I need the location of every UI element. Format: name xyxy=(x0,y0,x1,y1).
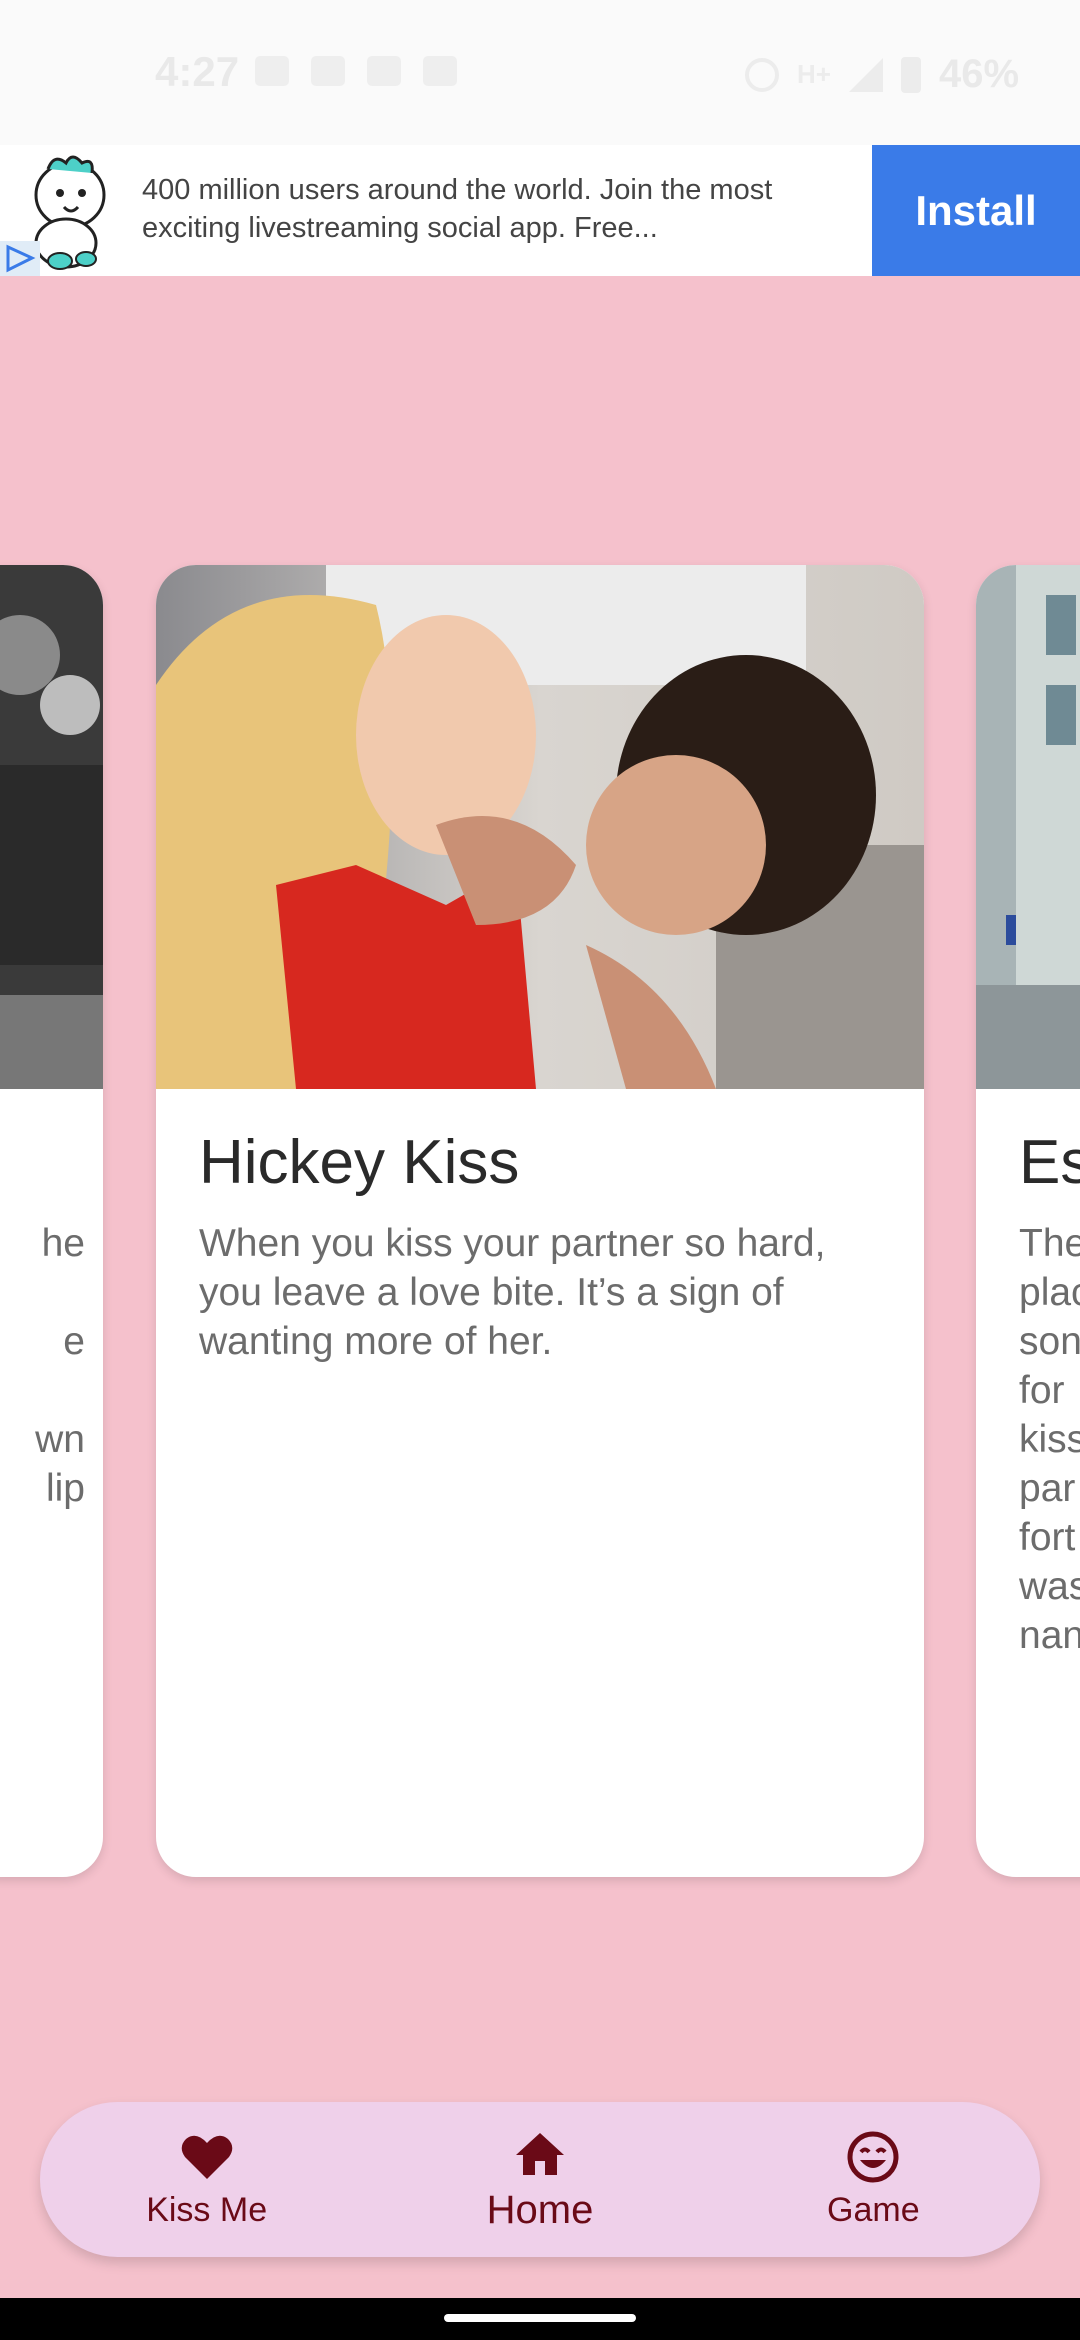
smiley-icon xyxy=(845,2129,901,2185)
card-description-fragment: he e wn lip xyxy=(35,1222,85,1510)
nav-item-home[interactable]: Home xyxy=(415,2126,665,2233)
calendar-icon xyxy=(311,56,345,86)
ad-text: 400 million users around the world. Join… xyxy=(142,174,773,244)
card-image xyxy=(0,565,103,1089)
battery-level: 46% xyxy=(938,52,1020,96)
nav-item-kiss-me[interactable]: Kiss Me xyxy=(82,2129,332,2230)
bottom-navigation: Kiss Me Home Game xyxy=(40,2102,1040,2257)
kiss-card[interactable]: Hickey Kiss When you kiss your partner s… xyxy=(156,565,924,1877)
notification-icons xyxy=(255,56,457,86)
network-type: H+ xyxy=(797,59,831,89)
ad-banner[interactable]: 400 million users around the world. Join… xyxy=(0,145,1080,276)
system-icons: H+ 46% xyxy=(745,52,1019,97)
kiss-card-next[interactable]: Es The plac son for kiss par fort was na… xyxy=(976,565,1080,1877)
card-image xyxy=(976,565,1080,1089)
ad-choices-icon[interactable] xyxy=(0,241,40,276)
kiss-card-previous[interactable]: he e wn lip xyxy=(0,565,103,1877)
youtube-icon xyxy=(423,56,457,86)
system-navigation-bar xyxy=(0,2298,1080,2340)
home-gesture-handle[interactable] xyxy=(444,2314,636,2322)
card-description-fragment: The plac son for kiss par fort was nan xyxy=(1019,1222,1080,1657)
home-icon xyxy=(512,2126,568,2182)
nav-item-game[interactable]: Game xyxy=(748,2129,998,2230)
notification-icon xyxy=(367,56,401,86)
heart-icon xyxy=(179,2129,235,2185)
install-button[interactable]: Install xyxy=(872,145,1080,276)
notification-icon xyxy=(255,56,289,86)
card-image xyxy=(156,565,924,1089)
nav-label: Game xyxy=(827,2191,920,2229)
card-title: Hickey Kiss xyxy=(199,1128,520,1197)
signal-icon xyxy=(848,57,883,92)
nav-label: Kiss Me xyxy=(146,2191,268,2229)
dnd-icon xyxy=(745,57,779,92)
status-time: 4:27 xyxy=(155,48,240,95)
nav-label: Home xyxy=(486,2188,594,2232)
card-title: Es xyxy=(1019,1128,1080,1197)
status-bar: 4:27 H+ 46% xyxy=(0,0,1080,145)
battery-icon xyxy=(900,56,921,93)
card-description: When you kiss your partner so hard, you … xyxy=(199,1222,826,1363)
